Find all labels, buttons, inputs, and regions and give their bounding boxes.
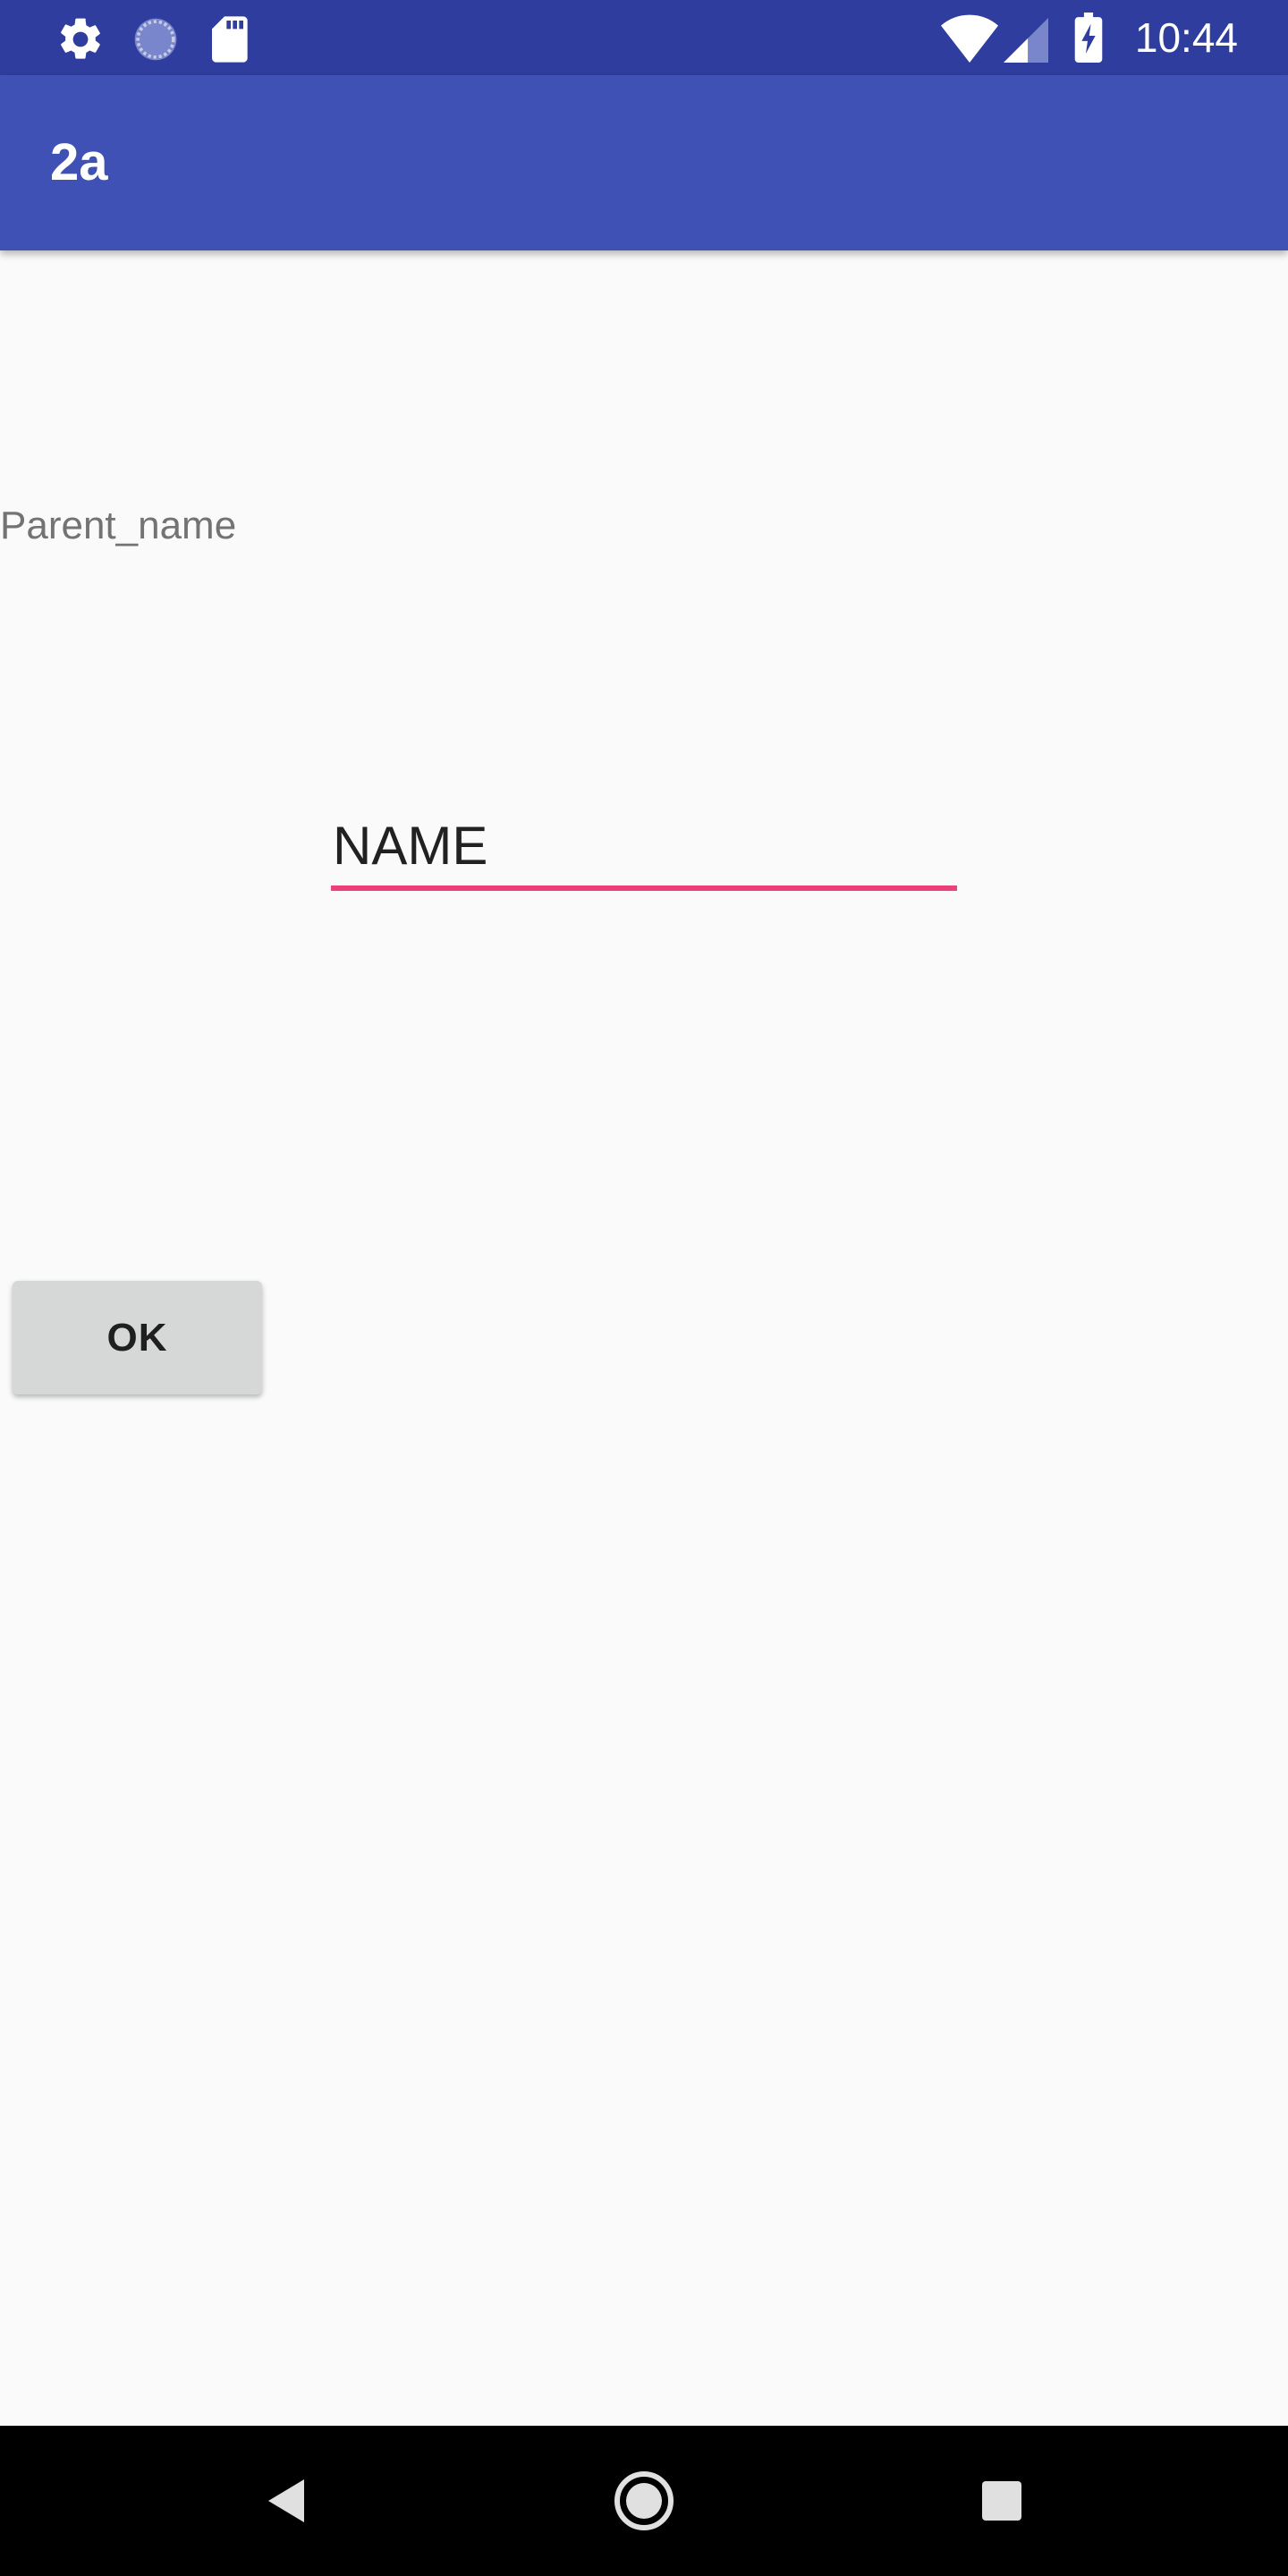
recents-icon[interactable] [966, 2465, 1038, 2537]
screen: 10:44 2a Parent_name OK [0, 0, 1288, 2576]
app-bar: 2a [0, 75, 1288, 250]
status-bar: 10:44 [0, 0, 1288, 75]
battery-charging-icon [1073, 13, 1104, 63]
ok-button[interactable]: OK [13, 1281, 262, 1394]
sd-card-icon [208, 14, 254, 64]
settings-gear-icon [55, 14, 106, 64]
parent-name-label: Parent_name [0, 504, 237, 547]
status-time: 10:44 [1134, 14, 1238, 61]
cell-signal-icon [1004, 18, 1048, 63]
sync-progress-icon [131, 14, 181, 64]
back-icon[interactable] [250, 2465, 322, 2537]
navigation-bar [0, 2426, 1288, 2576]
home-icon[interactable] [608, 2465, 680, 2537]
wifi-icon [941, 13, 998, 63]
name-input[interactable] [331, 805, 957, 891]
app-title: 2a [50, 133, 108, 191]
